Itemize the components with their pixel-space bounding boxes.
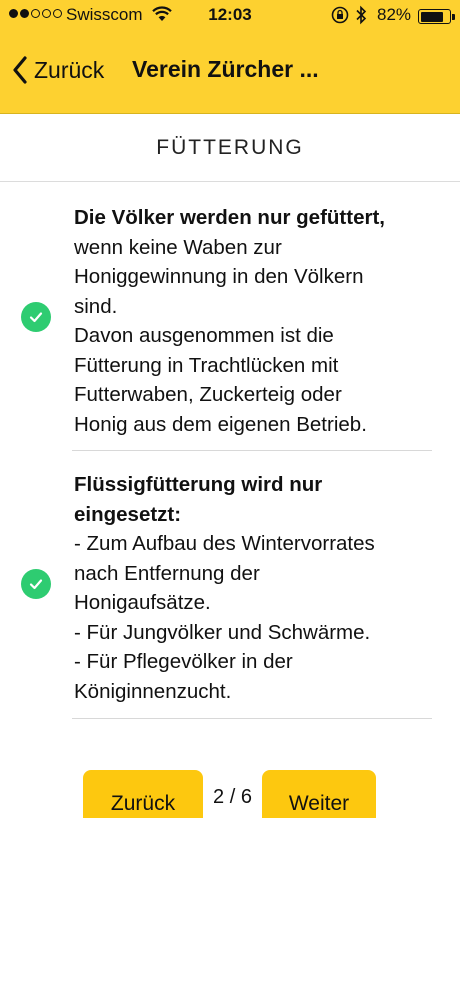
check-circle-icon (21, 569, 51, 599)
rule-heading: Flüssigfütterung wird nur (74, 473, 323, 496)
rule-item: Die Völker werden nur gefüttert, wenn ke… (0, 183, 460, 451)
page-indicator: 2 / 6 (213, 786, 252, 808)
status-bar: Swisscom 12:03 82% (0, 0, 460, 32)
rotation-lock-icon (331, 6, 349, 29)
rule-text: Die Völker werden nur gefüttert, wenn ke… (74, 203, 444, 439)
back-button[interactable]: Zurück (12, 52, 104, 88)
rule-line: Honig aus dem eigenen Betrieb. (74, 412, 367, 436)
app-header: Swisscom 12:03 82% Zurück Verein Zürcher… (0, 0, 460, 114)
rule-line: - Zum Aufbau des Wintervorrates (74, 532, 375, 555)
battery-level (420, 11, 444, 22)
rule-line: sind. (74, 294, 118, 318)
rule-heading: eingesetzt: (74, 502, 182, 526)
rule-line: Honiggewinnung in den Völkern (74, 265, 364, 288)
rule-line: Honigaufsätze. (74, 591, 211, 614)
next-button[interactable]: Weiter (262, 770, 376, 818)
pager: Zurück 2 / 6 Weiter (0, 770, 460, 820)
battery-percent: 82% (377, 5, 412, 24)
rule-line: Davon ausgenommen ist die (74, 324, 334, 347)
rule-line: Futterwaben, Zuckerteig oder (74, 383, 342, 406)
rule-line: Königinnenzucht. (74, 679, 232, 703)
rule-line: Fütterung in Trachtlücken mit (74, 353, 339, 377)
rule-divider (72, 718, 432, 719)
rule-text: Flüssigfütterung wird nur eingesetzt: - … (74, 470, 444, 706)
rule-line: nach Entfernung der (74, 561, 260, 585)
previous-button[interactable]: Zurück (83, 770, 203, 818)
back-button-label: Zurück (34, 56, 105, 83)
rule-divider (72, 450, 432, 451)
rule-item: Flüssigfütterung wird nur eingesetzt: - … (0, 452, 460, 718)
rule-heading: Die Völker werden nur gefüttert, (74, 206, 385, 229)
battery-icon (418, 9, 451, 24)
section-title: FÜTTERUNG (0, 114, 460, 182)
bluetooth-icon (355, 5, 367, 30)
nav-title: Verein Zürcher ... (132, 56, 319, 82)
rule-line: - Für Pflegevölker in der (74, 650, 293, 673)
battery-tip (452, 14, 455, 20)
chevron-left-icon (13, 56, 27, 84)
check-circle-icon (21, 302, 51, 332)
rule-line: wenn keine Waben zur (74, 235, 282, 259)
rule-line: - Für Jungvölker und Schwärme. (74, 620, 371, 644)
